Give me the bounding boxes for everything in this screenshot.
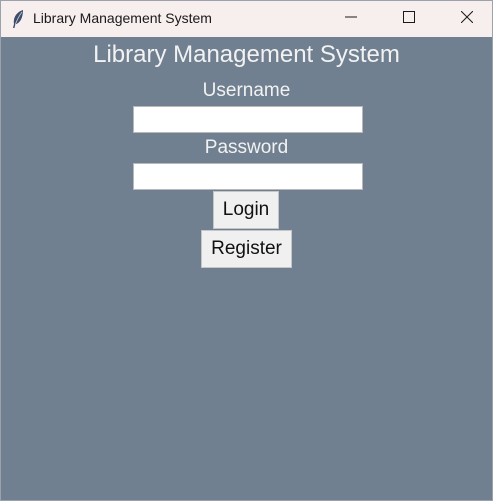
password-input[interactable]	[133, 163, 363, 190]
register-button[interactable]: Register	[201, 230, 292, 268]
app-window: Library Management System Library Manage…	[0, 0, 493, 501]
password-label: Password	[204, 137, 289, 158]
window-title: Library Management System	[33, 10, 212, 26]
feather-icon	[10, 9, 26, 29]
maximize-icon	[403, 10, 415, 28]
page-title: Library Management System	[93, 41, 400, 68]
username-label: Username	[202, 80, 291, 101]
minimize-button[interactable]	[328, 1, 374, 37]
title-bar[interactable]: Library Management System	[1, 1, 492, 37]
close-button[interactable]	[444, 1, 490, 37]
close-icon	[460, 10, 474, 28]
maximize-button[interactable]	[386, 1, 432, 37]
login-button[interactable]: Login	[213, 191, 279, 229]
minimize-icon	[345, 10, 357, 28]
username-input[interactable]	[133, 106, 363, 133]
